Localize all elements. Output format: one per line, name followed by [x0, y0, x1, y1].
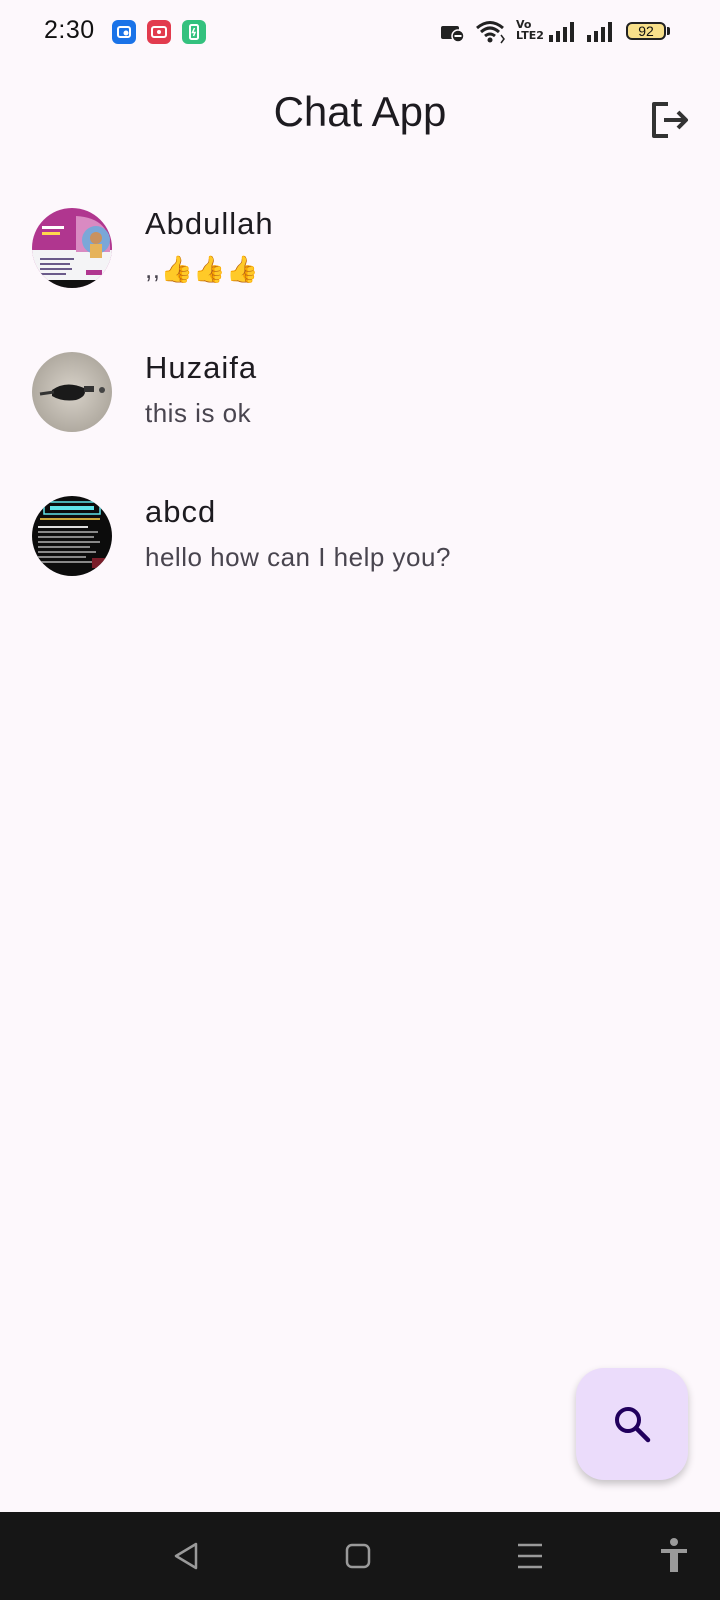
- chat-name: Abdullah: [145, 206, 274, 241]
- home-icon: [345, 1543, 371, 1569]
- nav-home-button[interactable]: [336, 1534, 380, 1578]
- back-icon: [174, 1542, 198, 1570]
- chat-last-message: hello how can I help you?: [145, 542, 451, 572]
- battery-indicator: 92: [626, 22, 666, 40]
- battery-tip: [667, 27, 670, 35]
- status-time: 2:30: [44, 16, 95, 44]
- app-title: Chat App: [273, 88, 447, 135]
- nav-accessibility-button[interactable]: [652, 1534, 696, 1578]
- chat-item-huzaifa[interactable]: Huzaifa this is ok: [0, 324, 720, 468]
- avatar: [32, 208, 112, 288]
- network-type-label: Vo LTE2: [516, 18, 544, 42]
- accessibility-icon: [661, 1538, 687, 1572]
- avatar: [32, 352, 112, 432]
- screen-record-icon: [147, 20, 171, 44]
- chat-list: Abdullah ,,👍👍👍 Huzaifa this is ok abcd h…: [0, 180, 720, 612]
- signal-icon-2: [585, 18, 613, 46]
- status-bar: 2:30 Vo LTE2 92: [0, 0, 720, 64]
- signal-icon-1: [547, 18, 575, 46]
- chat-item-abdullah[interactable]: Abdullah ,,👍👍👍: [0, 180, 720, 324]
- search-icon: [615, 1407, 651, 1443]
- logout-button[interactable]: [646, 96, 694, 144]
- system-nav-bar: [0, 1512, 720, 1600]
- avatar: [32, 496, 112, 576]
- chat-name: abcd: [145, 494, 217, 529]
- nav-recents-button[interactable]: [508, 1534, 552, 1578]
- chat-item-abcd[interactable]: abcd hello how can I help you?: [0, 468, 720, 612]
- nav-back-button[interactable]: [164, 1534, 208, 1578]
- chat-last-message: ,,👍👍👍: [145, 254, 260, 284]
- camera-dnd-icon: [440, 18, 466, 46]
- notification-app-icon: [112, 20, 136, 44]
- chat-last-message: this is ok: [145, 398, 252, 428]
- logout-icon: [652, 102, 688, 138]
- search-fab-button[interactable]: [576, 1368, 688, 1480]
- chat-name: Huzaifa: [145, 350, 258, 385]
- recents-icon: [518, 1543, 542, 1569]
- battery-saver-icon: [182, 20, 206, 44]
- wifi-icon: [475, 18, 507, 46]
